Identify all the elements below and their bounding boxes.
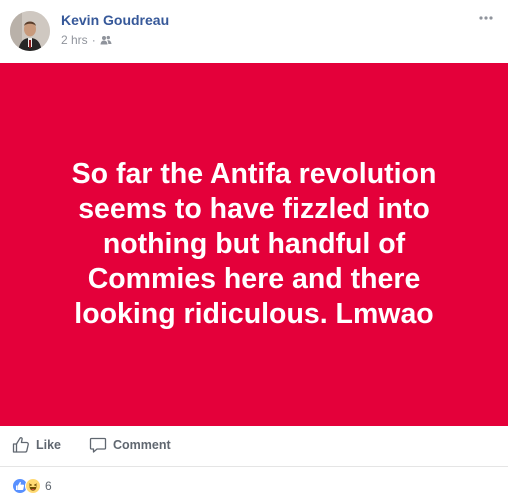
facebook-post: Kevin Goudreau 2 hrs · So far the Antifa — [0, 0, 508, 497]
author-name[interactable]: Kevin Goudreau — [61, 12, 169, 28]
friends-icon[interactable] — [100, 35, 112, 45]
comment-button[interactable]: Comment — [89, 436, 171, 454]
avatar[interactable] — [10, 11, 50, 51]
reaction-count: 6 — [45, 479, 52, 493]
separator-dot: · — [91, 33, 96, 47]
comment-label: Comment — [113, 438, 171, 452]
reactions-summary[interactable]: 6 — [12, 478, 52, 494]
post-header: Kevin Goudreau 2 hrs · — [0, 0, 508, 63]
comment-icon — [89, 437, 107, 453]
like-button[interactable]: Like — [12, 436, 61, 454]
text-background-card: So far the Antifa revolution seems to ha… — [0, 63, 508, 426]
post-actions: Like Comment — [0, 426, 508, 467]
post-meta: 2 hrs · — [61, 33, 112, 47]
thumbs-up-icon — [12, 437, 29, 453]
avatar-photo — [10, 11, 50, 51]
haha-icon — [25, 478, 41, 494]
post-timestamp[interactable]: 2 hrs — [61, 33, 88, 47]
like-label: Like — [36, 438, 62, 452]
more-options-icon[interactable] — [476, 10, 496, 26]
post-text: So far the Antifa revolution seems to ha… — [71, 158, 437, 330]
